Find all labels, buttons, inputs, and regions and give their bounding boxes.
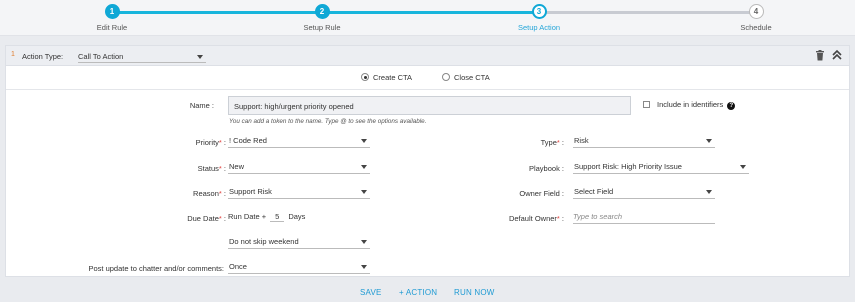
priority-value: ! Code Red [229,136,267,145]
due-date-label: Due Date* : [187,214,226,223]
name-hint: You can add a token to the name. Type @ … [229,118,427,125]
collapse-icon[interactable] [832,49,842,61]
status-value: New [229,162,245,171]
run-now-button[interactable]: RUN NOW [454,288,495,297]
include-identifiers-label: Include in identifiers [657,100,724,109]
due-prefix: Run Date + [228,212,267,221]
step-setup-action[interactable]: 3 Setup Action [489,4,589,32]
post-update-select[interactable]: Once [228,260,370,274]
cta-mode-radio-group: Create CTA Close CTA [6,73,851,85]
footer-actions: SAVE + ACTION RUN NOW [0,284,855,302]
create-cta-radio[interactable]: Create CTA [361,73,412,82]
chevron-down-icon [361,240,367,244]
step-label: Setup Action [517,23,561,32]
playbook-value: Support Risk: High Priority Issue [574,162,682,171]
save-button[interactable]: SAVE [360,288,382,297]
step-label: Setup Rule [303,23,341,32]
type-label: Type* : [540,138,564,147]
name-label: Name : [189,101,214,110]
reason-label: Reason* : [193,189,226,198]
skip-weekend-value: Do not skip weekend [229,237,299,246]
action-index: 1 [11,51,15,58]
action-type-value: Call To Action [78,52,124,61]
chevron-down-icon [361,190,367,194]
action-panel-header: 1 Action Type: Call To Action [6,46,849,66]
due-days-input[interactable]: 5 [270,212,285,222]
status-label: Status* : [197,164,226,173]
reason-value: Support Risk [229,187,272,196]
name-input[interactable]: Support: high/urgent priority opened [228,96,631,115]
divider [6,89,849,90]
action-panel: 1 Action Type: Call To Action Create CTA… [5,45,850,277]
priority-select[interactable]: ! Code Red [228,134,370,148]
radio-unselected-icon [442,73,450,81]
owner-field-value: Select Field [574,187,614,196]
radio-selected-icon [361,73,369,81]
step-number: 4 [748,4,764,19]
owner-field-select[interactable]: Select Field [573,185,715,199]
chevron-down-icon [740,165,746,169]
close-cta-label: Close CTA [454,73,490,82]
skip-weekend-select[interactable]: Do not skip weekend [228,235,370,249]
priority-label: Priority* : [195,138,226,147]
checkbox-icon [643,101,650,108]
action-type-select[interactable]: Call To Action [78,50,206,63]
step-edit-rule[interactable]: 1 Edit Rule [62,4,162,32]
trash-icon[interactable] [815,50,825,61]
owner-field-label: Owner Field : [519,189,564,198]
chevron-down-icon [361,165,367,169]
step-number: 2 [314,4,330,19]
chevron-down-icon [361,265,367,269]
include-identifiers-checkbox[interactable]: Include in identifiers ? [643,100,736,110]
default-owner-label: Default Owner* : [508,214,564,223]
post-update-label: Post update to chatter and/or comments: [88,264,225,273]
step-schedule[interactable]: 4 Schedule [706,4,806,32]
step-number: 3 [531,4,547,19]
chevron-down-icon [706,139,712,143]
default-owner-placeholder: Type to search [573,212,623,221]
reason-select[interactable]: Support Risk [228,185,370,199]
step-label: Edit Rule [96,23,128,32]
chevron-down-icon [706,190,712,194]
step-label: Schedule [740,23,772,32]
chevron-down-icon [197,55,203,59]
action-type-label: Action Type: [22,52,64,61]
status-select[interactable]: New [228,160,370,174]
add-action-button[interactable]: + ACTION [399,288,437,297]
close-cta-radio[interactable]: Close CTA [442,73,490,82]
chevron-down-icon [361,139,367,143]
type-value: Risk [574,136,589,145]
playbook-select[interactable]: Support Risk: High Priority Issue [573,160,749,174]
playbook-label: Playbook : [528,164,564,173]
step-setup-rule[interactable]: 2 Setup Rule [272,4,372,32]
step-number: 1 [104,4,120,19]
type-select[interactable]: Risk [573,134,715,148]
help-icon[interactable]: ? [727,102,736,110]
create-cta-label: Create CTA [373,73,413,82]
wizard-stepper: 1 Edit Rule 2 Setup Rule 3 Setup Action … [0,0,855,36]
due-suffix: Days [288,212,306,221]
default-owner-input[interactable]: Type to search [573,210,715,224]
due-date-field: Run Date + 5 Days [228,212,305,222]
post-update-value: Once [229,262,247,271]
